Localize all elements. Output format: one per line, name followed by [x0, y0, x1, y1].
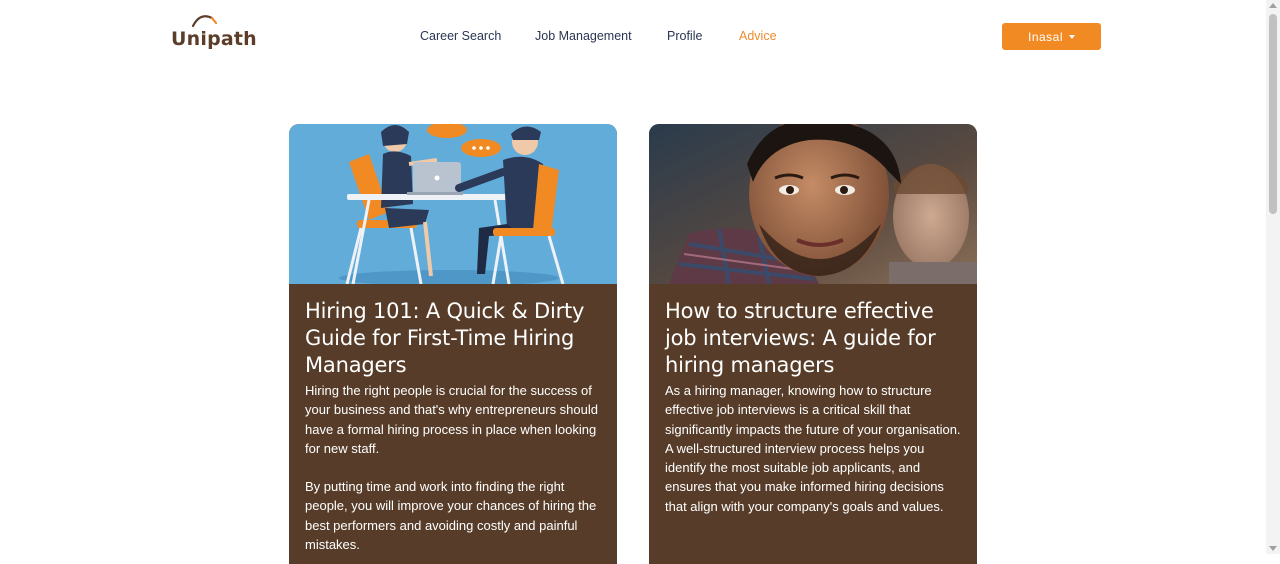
card-body: How to structure effective job interview…: [649, 284, 977, 516]
card-body: Hiring 101: A Quick & Dirty Guide for Fi…: [289, 284, 617, 554]
article-excerpt: As a hiring manager, knowing how to stru…: [665, 383, 961, 514]
logo-text: Unipath: [171, 28, 257, 50]
article-excerpt: Hiring the right people is crucial for t…: [305, 383, 598, 456]
scroll-up-arrow-icon[interactable]: [1269, 3, 1277, 8]
logo-arc-icon: [191, 15, 218, 28]
unipath-logo[interactable]: Unipath: [170, 12, 257, 52]
page-scrollbar[interactable]: [1266, 0, 1280, 554]
article-card-hiring-101[interactable]: Hiring 101: A Quick & Dirty Guide for Fi…: [289, 124, 617, 564]
article-excerpt: By putting time and work into finding th…: [305, 479, 597, 553]
nav-career-search[interactable]: Career Search: [420, 29, 501, 43]
article-title[interactable]: Hiring 101: A Quick & Dirty Guide for Fi…: [305, 298, 601, 379]
article-card-structured-interviews[interactable]: How to structure effective job interview…: [649, 124, 977, 564]
user-menu-button[interactable]: Inasal: [1002, 23, 1101, 50]
nav-advice[interactable]: Advice: [739, 29, 777, 43]
user-menu-label: Inasal: [1027, 29, 1064, 44]
nav-job-management[interactable]: Job Management: [535, 29, 632, 43]
article-title[interactable]: How to structure effective job interview…: [665, 298, 961, 379]
illustration-interview-icon: [289, 124, 617, 284]
site-header: Unipath Career Search Job Management Pro…: [0, 0, 1266, 74]
scrollbar-thumb[interactable]: [1269, 14, 1277, 214]
scroll-down-arrow-icon[interactable]: [1269, 546, 1277, 551]
nav-profile[interactable]: Profile: [667, 29, 702, 43]
caret-down-icon: [1069, 35, 1076, 39]
smiling-man-photo: [649, 124, 977, 284]
